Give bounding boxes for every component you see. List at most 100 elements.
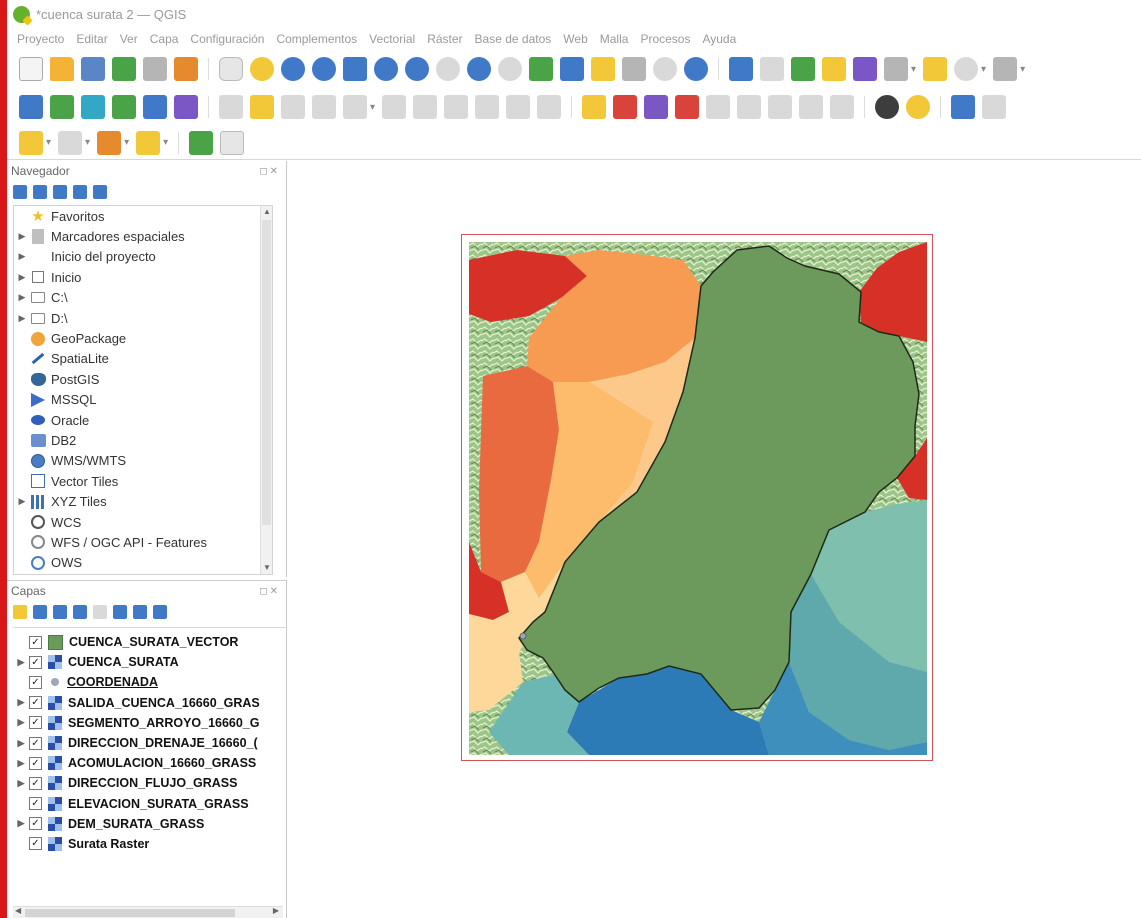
zoom-last-icon[interactable] <box>467 57 491 81</box>
zoom-out-icon[interactable] <box>312 57 336 81</box>
open-field-calculator-icon[interactable] <box>791 57 815 81</box>
menu-web[interactable]: Web <box>563 32 587 46</box>
menu-base-de-datos[interactable]: Base de datos <box>475 32 552 46</box>
expand-arrow-icon[interactable]: ▶ <box>14 496 30 507</box>
save-edits-icon[interactable] <box>281 95 305 119</box>
expand-arrow-icon[interactable]: ▶ <box>13 717 29 728</box>
expand-arrow-icon[interactable]: ▶ <box>14 272 30 283</box>
scroll-right-icon[interactable]: ▶ <box>273 906 279 915</box>
undo-icon[interactable] <box>506 95 531 119</box>
current-edits-icon[interactable] <box>219 95 243 119</box>
menu-complementos[interactable]: Complementos <box>276 32 357 46</box>
layer-visibility-checkbox[interactable]: ✓ <box>29 797 42 811</box>
layer-row[interactable]: ▶ ✓ DIRECCION_DRENAJE_16660_( <box>13 733 287 753</box>
text-annotation-icon[interactable] <box>993 57 1018 81</box>
layer-row[interactable]: ✓ CUENCA_SURATA_VECTOR <box>13 632 287 652</box>
grass-tools-icon[interactable] <box>875 95 900 119</box>
change-label-icon[interactable] <box>768 95 793 119</box>
open-layer-styling-icon[interactable] <box>13 605 27 619</box>
new-map-view-icon[interactable] <box>529 57 553 81</box>
expand-arrow-icon[interactable]: ▶ <box>13 818 29 829</box>
save-project-icon[interactable] <box>81 57 105 81</box>
zoom-native-icon[interactable] <box>436 57 460 81</box>
pan-map-icon[interactable] <box>219 57 243 81</box>
layout-manager-icon[interactable] <box>143 57 167 81</box>
snapping-icon[interactable] <box>220 130 245 155</box>
annotation-dropdown-icon[interactable]: ▾ <box>1020 64 1025 75</box>
menu-procesos[interactable]: Procesos <box>640 32 690 46</box>
statistical-summary-icon[interactable] <box>853 57 877 81</box>
select-dropdown-icon[interactable]: ▾ <box>46 137 51 148</box>
measure-dropdown-icon[interactable]: ▾ <box>911 64 916 75</box>
browser-item[interactable]: MSSQL <box>14 390 272 410</box>
menu-configuracion[interactable]: Configuración <box>190 32 264 46</box>
browser-item[interactable]: WCS <box>14 512 272 532</box>
python-console-icon[interactable] <box>906 95 931 119</box>
expand-arrow-icon[interactable]: ▶ <box>13 758 29 769</box>
menu-proyecto[interactable]: Proyecto <box>17 32 64 46</box>
vertex-tool-icon[interactable] <box>343 95 367 119</box>
add-layer-icon[interactable] <box>50 95 74 119</box>
identify-features-icon[interactable] <box>729 57 753 81</box>
browser-item[interactable]: DB2 <box>14 430 272 450</box>
browser-item[interactable]: Oracle <box>14 410 272 430</box>
select-by-value-icon[interactable] <box>58 130 83 155</box>
layer-diagram-icon[interactable] <box>613 95 638 119</box>
map-extent-frame[interactable] <box>461 234 933 761</box>
expand-arrow-icon[interactable]: ▶ <box>13 697 29 708</box>
browser-item[interactable]: ★ Favoritos <box>14 206 272 226</box>
layer-visibility-checkbox[interactable]: ✓ <box>29 817 42 831</box>
deselect-dropdown-icon[interactable]: ▾ <box>124 137 129 148</box>
new-print-layout-icon[interactable] <box>112 57 136 81</box>
layers-horizontal-scrollbar[interactable]: ◀ ▶ <box>13 906 283 918</box>
measure-line-icon[interactable] <box>884 57 908 81</box>
layer-row[interactable]: ✓ ELEVACION_SURATA_GRASS <box>13 794 287 814</box>
select-all-dropdown-icon[interactable]: ▾ <box>163 137 168 148</box>
panel-float-close-icon[interactable]: ◻✕ <box>259 166 280 177</box>
menu-vectorial[interactable]: Vectorial <box>369 32 415 46</box>
menu-malla[interactable]: Malla <box>600 32 629 46</box>
filter-legend-icon[interactable] <box>73 605 87 619</box>
new-3d-view-icon[interactable] <box>560 57 584 81</box>
scroll-left-icon[interactable]: ◀ <box>15 906 21 915</box>
add-feature-icon[interactable] <box>312 95 336 119</box>
locator-dropdown-icon[interactable]: ▾ <box>981 64 986 75</box>
browser-scrollbar[interactable]: ▲ ▼ <box>260 206 272 574</box>
digitize-icon[interactable] <box>189 130 214 155</box>
layers-scroll-thumb[interactable] <box>25 909 235 917</box>
deselect-features-icon[interactable] <box>97 130 122 155</box>
layer-row[interactable]: ▶ ✓ DIRECCION_FLUJO_GRASS <box>13 773 287 793</box>
layer-visibility-checkbox[interactable]: ✓ <box>29 716 42 730</box>
add-vector-layer-icon[interactable] <box>81 95 105 119</box>
select-all-icon[interactable] <box>136 130 161 155</box>
menu-raster[interactable]: Ráster <box>427 32 462 46</box>
menu-editar[interactable]: Editar <box>76 32 107 46</box>
scroll-up-icon[interactable]: ▲ <box>263 207 271 216</box>
zoom-to-selection-icon[interactable] <box>374 57 398 81</box>
new-memory-layer-icon[interactable] <box>174 95 198 119</box>
new-bookmark-icon[interactable] <box>591 57 615 81</box>
browser-item[interactable]: ▶ C:\ <box>14 288 272 308</box>
layer-visibility-checkbox[interactable]: ✓ <box>29 837 42 851</box>
cut-features-icon[interactable] <box>413 95 438 119</box>
zoom-next-icon[interactable] <box>498 57 522 81</box>
pin-labels-icon[interactable] <box>644 95 669 119</box>
paste-features-icon[interactable] <box>475 95 500 119</box>
new-geopackage-icon[interactable] <box>143 95 167 119</box>
layer-row[interactable]: ▶ ✓ DEM_SURATA_GRASS <box>13 814 287 834</box>
browser-item[interactable]: WMS/WMTS <box>14 451 272 471</box>
layer-visibility-checkbox[interactable]: ✓ <box>29 655 42 669</box>
delete-selected-icon[interactable] <box>382 95 407 119</box>
menu-ayuda[interactable]: Ayuda <box>702 32 736 46</box>
data-source-manager-icon[interactable] <box>19 95 43 119</box>
scroll-down-icon[interactable]: ▼ <box>263 563 271 572</box>
layer-labeling-icon[interactable] <box>582 95 607 119</box>
expand-arrow-icon[interactable]: ▶ <box>13 657 29 668</box>
style-manager-icon[interactable] <box>174 57 198 81</box>
add-group-icon[interactable] <box>33 605 47 619</box>
rotate-label-icon[interactable] <box>737 95 762 119</box>
zoom-full-icon[interactable] <box>343 57 367 81</box>
redo-icon[interactable] <box>537 95 562 119</box>
layer-visibility-checkbox[interactable]: ✓ <box>29 696 42 710</box>
layer-row[interactable]: ▶ ✓ SALIDA_CUENCA_16660_GRAS <box>13 693 287 713</box>
